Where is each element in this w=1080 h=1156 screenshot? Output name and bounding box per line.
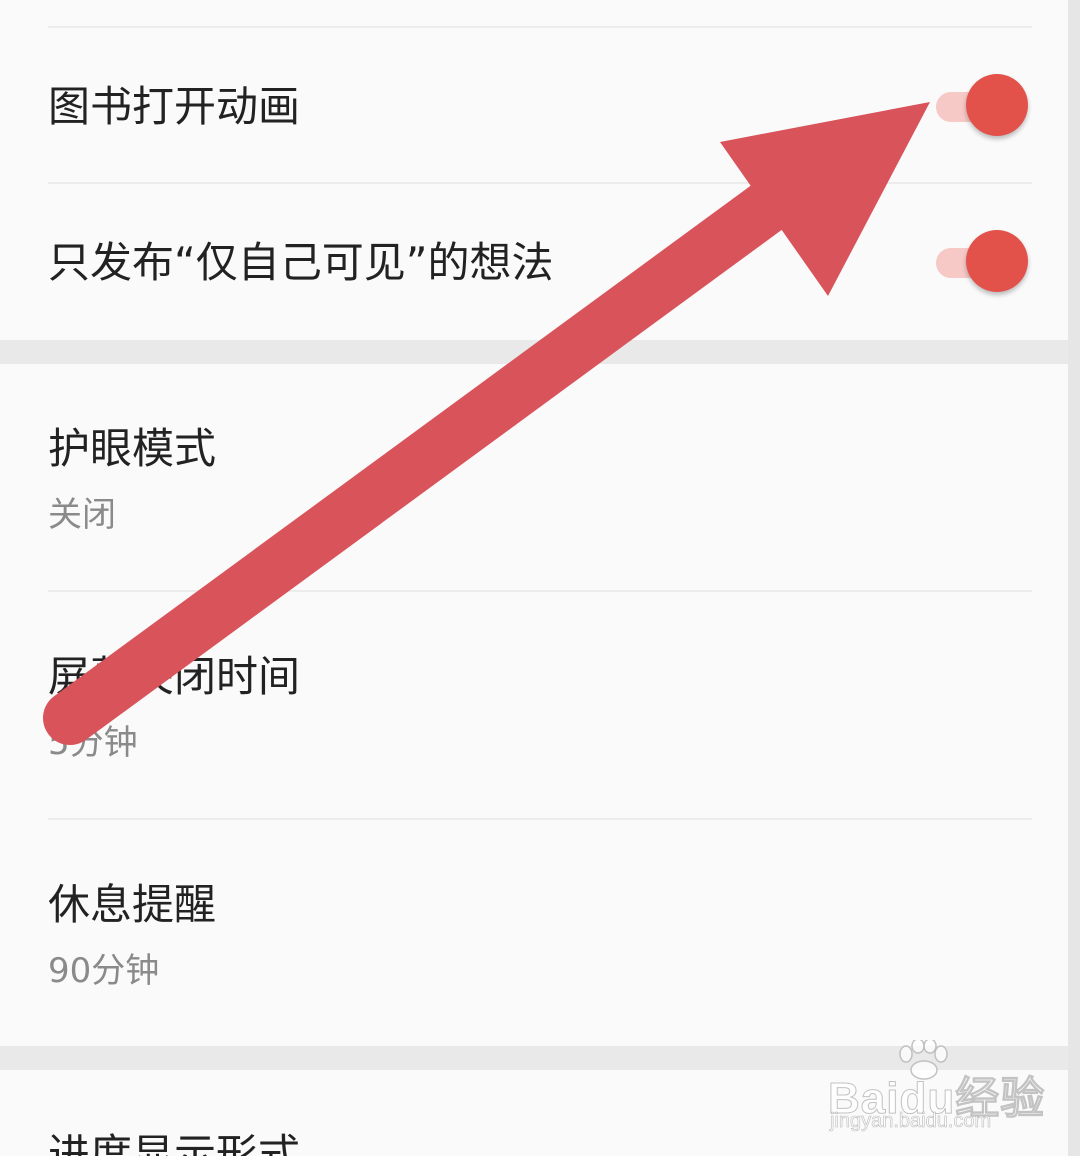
- setting-row-book-open-animation[interactable]: 图书打开动画: [48, 28, 1032, 182]
- settings-group-progress: 进度显示形式: [0, 1070, 1068, 1156]
- setting-value: 5分钟: [48, 723, 138, 763]
- setting-title: 只发布“仅自己可见”的想法: [48, 238, 554, 287]
- book-open-animation-toggle[interactable]: [932, 74, 1032, 138]
- setting-value: 关闭: [48, 495, 116, 535]
- setting-title: 屏幕关闭时间: [48, 652, 301, 701]
- setting-title: 休息提醒: [48, 880, 217, 929]
- setting-row-progress-display[interactable]: 进度显示形式: [48, 1070, 1032, 1156]
- setting-row-private-thoughts[interactable]: 只发布“仅自己可见”的想法: [48, 184, 1032, 340]
- setting-title: 护眼模式: [48, 424, 217, 473]
- setting-title: 图书打开动画: [48, 82, 301, 131]
- settings-group-display: 护眼模式 关闭 屏幕关闭时间 5分钟 休息提醒 90分钟: [0, 364, 1068, 1046]
- toggle-knob: [966, 230, 1028, 292]
- settings-screen: 图书打开动画 只发布“仅自己可见”的想法 护眼模式 关闭 屏幕关闭时间 5分钟: [0, 0, 1080, 1156]
- setting-value: 90分钟: [48, 951, 160, 991]
- private-thoughts-toggle[interactable]: [932, 230, 1032, 294]
- scrollbar[interactable]: [1068, 0, 1080, 1156]
- setting-row-rest-reminder[interactable]: 休息提醒 90分钟: [48, 820, 1032, 1046]
- toggle-knob: [966, 74, 1028, 136]
- settings-group-toggles: 图书打开动画 只发布“仅自己可见”的想法: [0, 0, 1068, 340]
- setting-row-screen-off-time[interactable]: 屏幕关闭时间 5分钟: [48, 592, 1032, 818]
- setting-title: 进度显示形式: [48, 1130, 301, 1156]
- setting-row-eye-protection[interactable]: 护眼模式 关闭: [48, 364, 1032, 590]
